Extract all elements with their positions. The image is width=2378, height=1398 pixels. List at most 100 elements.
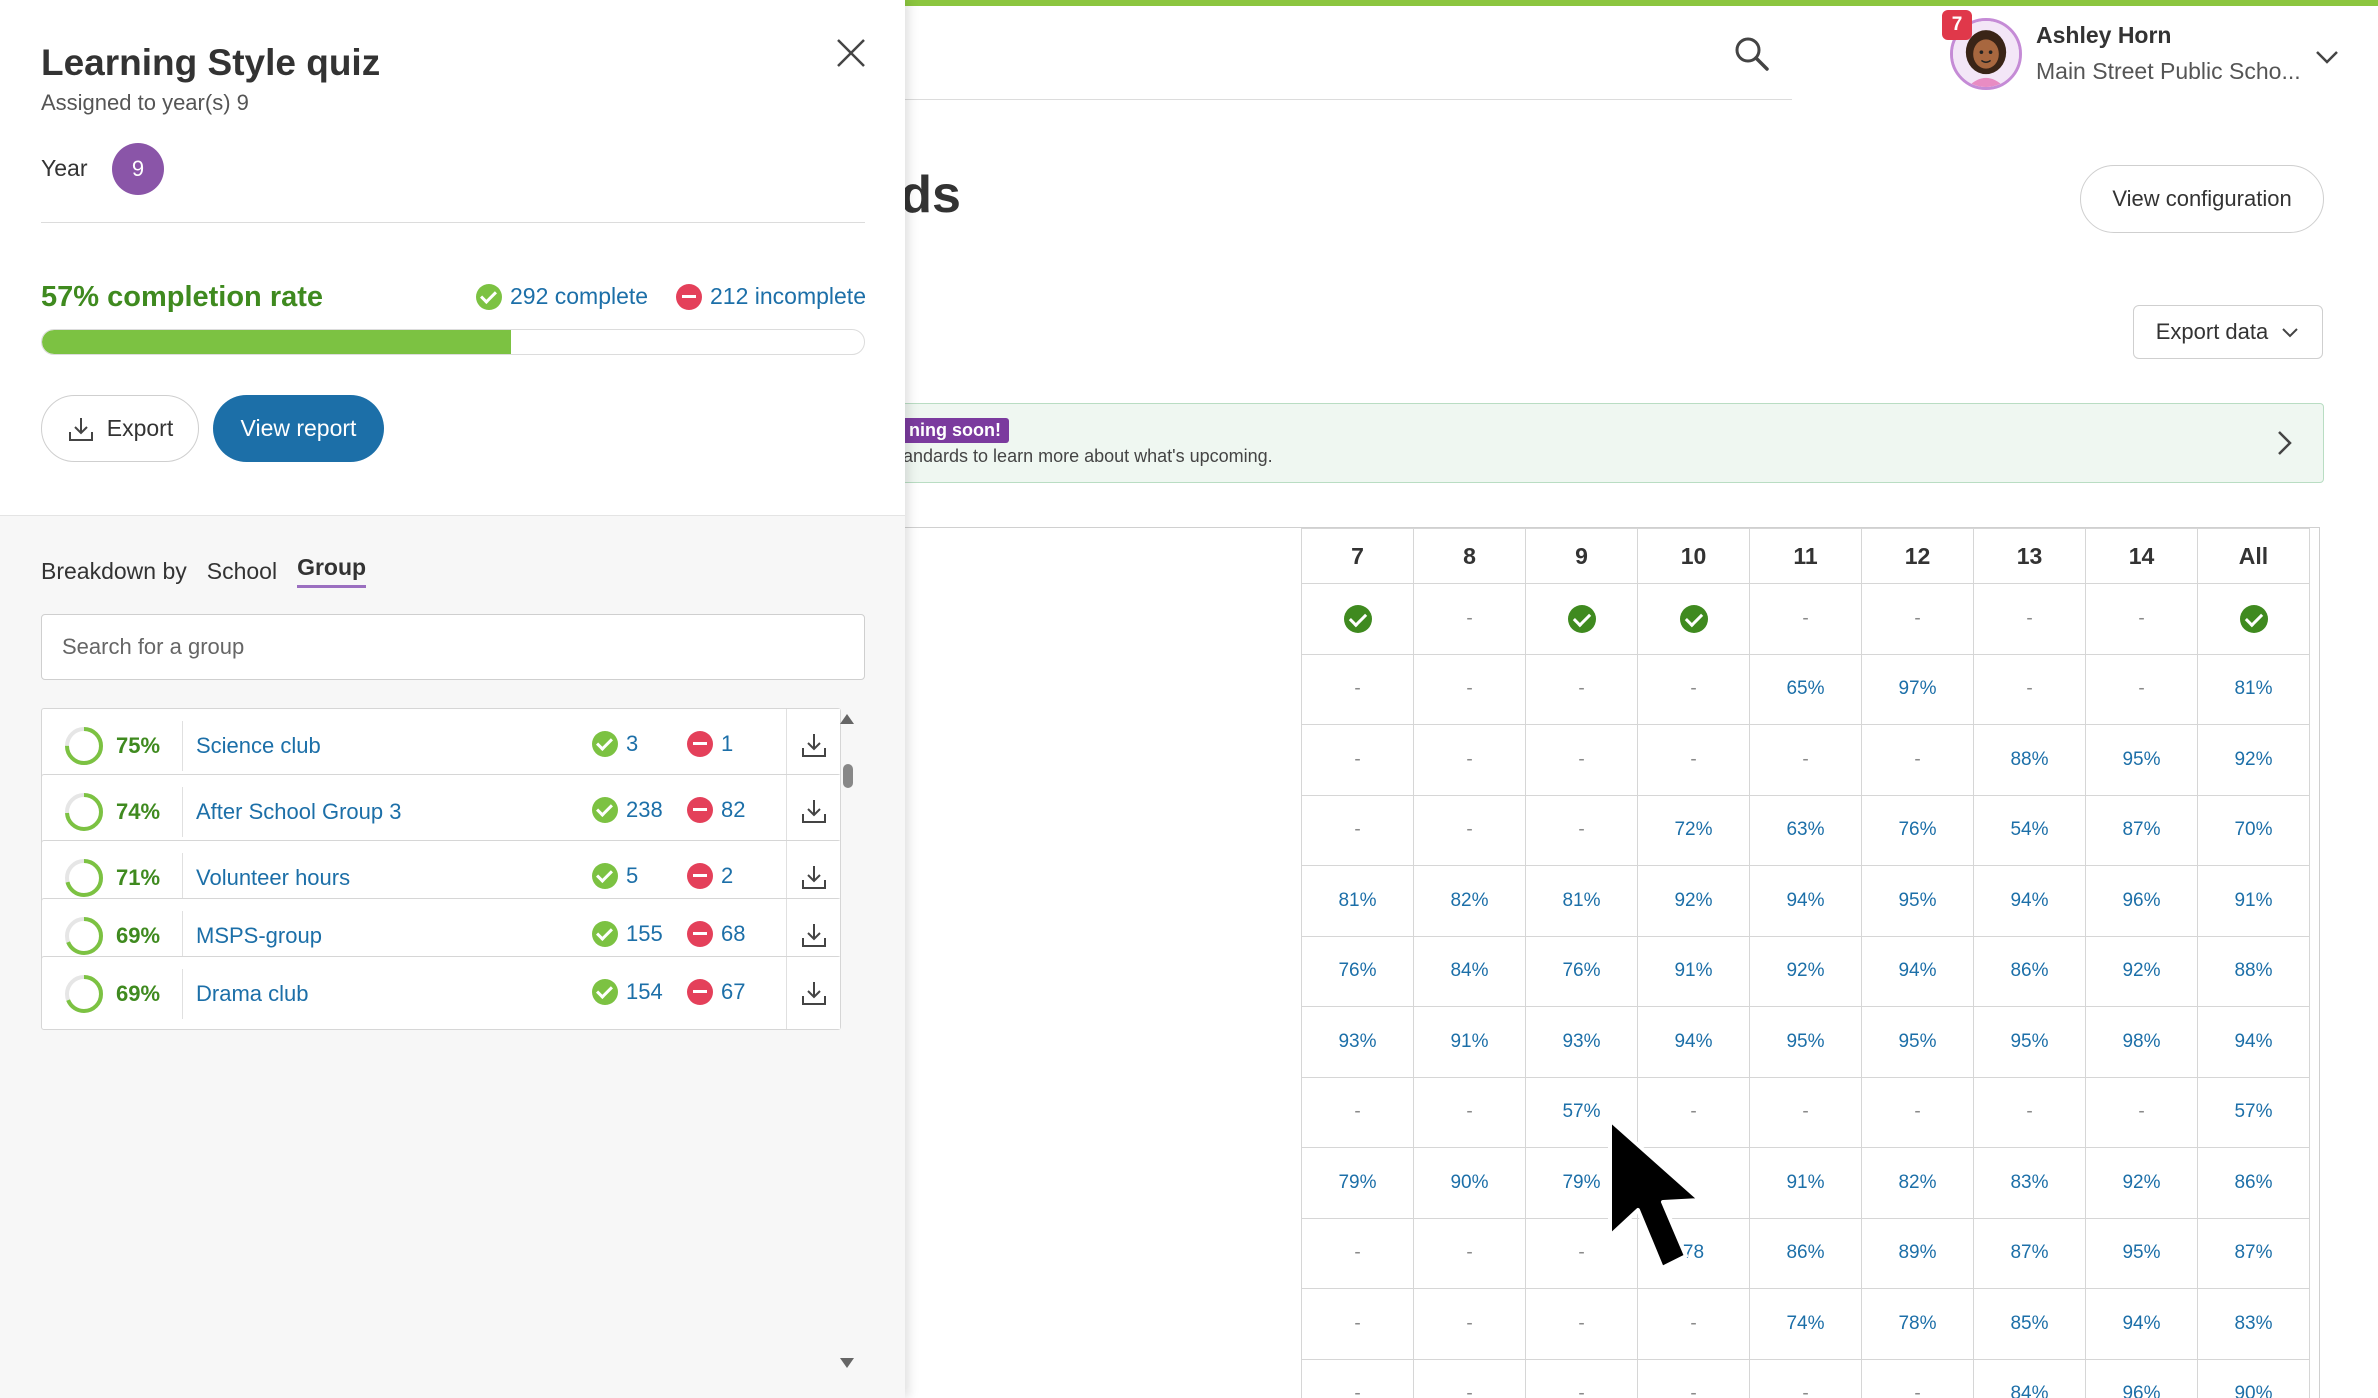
- table-row: 81% 82% 81% 92% 94% 95% 94% 96% 91%: [1301, 865, 2310, 937]
- table-cell[interactable]: 79%: [1301, 1147, 1414, 1219]
- table-cell[interactable]: 86%: [2197, 1147, 2310, 1219]
- table-cell[interactable]: 90%: [2197, 1358, 2310, 1398]
- group-download-button[interactable]: [786, 775, 840, 847]
- table-cell[interactable]: 94%: [1973, 865, 2086, 937]
- table-cell[interactable]: 95%: [1861, 1006, 1974, 1078]
- group-row[interactable]: 69% Drama club 154 67: [41, 956, 841, 1030]
- standards-grid: 7 8 9 10 11 12 13 14 All - - - - - - - - -65% 97% - -81% - - -…: [880, 527, 2320, 1398]
- group-name-link[interactable]: Drama club: [196, 981, 308, 1007]
- table-cell[interactable]: 54%: [1973, 794, 2086, 866]
- export-data-dropdown[interactable]: Export data: [2133, 305, 2323, 359]
- group-download-button[interactable]: [786, 709, 840, 781]
- chevron-right-icon[interactable]: [2269, 428, 2299, 458]
- table-cell[interactable]: 57%: [2197, 1076, 2310, 1148]
- table-cell[interactable]: 81%: [1525, 865, 1638, 937]
- table-cell[interactable]: 94%: [1861, 935, 1974, 1007]
- group-name-link[interactable]: After School Group 3: [196, 799, 401, 825]
- group-name-link[interactable]: Volunteer hours: [196, 865, 350, 891]
- table-cell[interactable]: 91%: [1637, 935, 1750, 1007]
- table-cell[interactable]: 95%: [1861, 865, 1974, 937]
- user-menu[interactable]: 7 Ashley Horn Main Street Public Scho...: [1942, 10, 2350, 94]
- notification-badge[interactable]: 7: [1942, 10, 1972, 40]
- table-cell[interactable]: 89%: [1861, 1217, 1974, 1289]
- view-report-button[interactable]: View report: [213, 395, 384, 462]
- table-cell[interactable]: 81%: [1301, 865, 1414, 937]
- table-cell[interactable]: 91%: [1413, 1006, 1526, 1078]
- table-cell[interactable]: 95%: [1973, 1006, 2086, 1078]
- table-cell[interactable]: 92%: [1749, 935, 1862, 1007]
- table-cell[interactable]: 93%: [1525, 1006, 1638, 1078]
- table-cell[interactable]: 95%: [2085, 1217, 2198, 1289]
- table-cell[interactable]: 92%: [2197, 724, 2310, 796]
- table-cell[interactable]: 63%: [1749, 794, 1862, 866]
- table-cell[interactable]: 95%: [1749, 1006, 1862, 1078]
- tab-group[interactable]: Group: [297, 554, 367, 588]
- table-cell[interactable]: 94%: [1749, 865, 1862, 937]
- search-icon[interactable]: [1732, 34, 1772, 74]
- global-search-bar[interactable]: [905, 20, 1792, 100]
- table-cell[interactable]: 65%: [1749, 653, 1862, 725]
- announcement-banner[interactable]: ning soon! andards to learn more about w…: [880, 403, 2324, 483]
- group-download-button[interactable]: [786, 957, 840, 1029]
- table-cell[interactable]: 88%: [1973, 724, 2086, 796]
- scroll-up-arrow-icon[interactable]: [840, 714, 854, 724]
- group-name-link[interactable]: MSPS-group: [196, 923, 322, 949]
- scroll-down-arrow-icon[interactable]: [840, 1358, 854, 1368]
- group-row[interactable]: 75% Science club 3 1: [41, 708, 841, 782]
- table-cell[interactable]: 86%: [1749, 1217, 1862, 1289]
- table-cell[interactable]: 76%: [1525, 935, 1638, 1007]
- table-cell[interactable]: 85%: [1973, 1288, 2086, 1360]
- table-cell[interactable]: 84%: [1973, 1358, 2086, 1398]
- table-cell[interactable]: 87%: [2197, 1217, 2310, 1289]
- tab-school[interactable]: School: [207, 558, 277, 585]
- progress-ring-icon: [65, 917, 103, 955]
- table-cell[interactable]: 93%: [1301, 1006, 1414, 1078]
- table-cell[interactable]: 83%: [2197, 1288, 2310, 1360]
- view-configuration-button[interactable]: View configuration: [2080, 165, 2324, 233]
- group-row[interactable]: 74% After School Group 3 238 82: [41, 774, 841, 848]
- table-cell[interactable]: 96%: [2085, 1358, 2198, 1398]
- table-cell[interactable]: 98%: [2085, 1006, 2198, 1078]
- table-cell[interactable]: 87%: [1973, 1217, 2086, 1289]
- table-cell[interactable]: 82%: [1861, 1147, 1974, 1219]
- table-cell[interactable]: 72%: [1637, 794, 1750, 866]
- table-cell[interactable]: 90%: [1413, 1147, 1526, 1219]
- table-cell[interactable]: 82%: [1413, 865, 1526, 937]
- incomplete-text: 212 incomplete: [710, 283, 866, 309]
- group-name-link[interactable]: Science club: [196, 733, 321, 759]
- group-percent: 69%: [116, 981, 161, 1006]
- group-complete-count: 155: [626, 921, 663, 946]
- table-cell[interactable]: 84%: [1413, 935, 1526, 1007]
- table-cell[interactable]: 86%: [1973, 935, 2086, 1007]
- table-cell[interactable]: 76%: [1861, 794, 1974, 866]
- table-cell[interactable]: 94%: [1637, 1006, 1750, 1078]
- table-cell[interactable]: 70%: [2197, 794, 2310, 866]
- table-cell[interactable]: 87%: [2085, 794, 2198, 866]
- table-cell: -: [1637, 724, 1750, 796]
- table-cell[interactable]: 76%: [1301, 935, 1414, 1007]
- table-cell[interactable]: 74%: [1749, 1288, 1862, 1360]
- download-icon: [801, 866, 826, 889]
- export-button[interactable]: Export: [41, 395, 199, 462]
- table-cell[interactable]: 95%: [2085, 724, 2198, 796]
- download-icon: [801, 734, 826, 757]
- table-cell[interactable]: 78%: [1861, 1288, 1974, 1360]
- table-cell[interactable]: 91%: [1749, 1147, 1862, 1219]
- table-cell[interactable]: 94%: [2085, 1288, 2198, 1360]
- close-button[interactable]: [832, 34, 870, 72]
- table-cell[interactable]: 92%: [1637, 865, 1750, 937]
- table-cell[interactable]: 88%: [2197, 935, 2310, 1007]
- table-cell[interactable]: 81%: [2197, 653, 2310, 725]
- table-cell[interactable]: 97%: [1861, 653, 1974, 725]
- group-search-input[interactable]: [41, 614, 865, 680]
- group-list-scrollbar[interactable]: [838, 708, 858, 1368]
- table-cell[interactable]: 96%: [2085, 865, 2198, 937]
- table-cell[interactable]: 91%: [2197, 865, 2310, 937]
- table-cell[interactable]: 83%: [1973, 1147, 2086, 1219]
- chevron-down-icon[interactable]: [2312, 42, 2342, 72]
- complete-count: 292 complete: [476, 283, 648, 310]
- table-cell[interactable]: 92%: [2085, 935, 2198, 1007]
- table-cell[interactable]: 92%: [2085, 1147, 2198, 1219]
- scroll-thumb[interactable]: [843, 764, 853, 788]
- table-cell[interactable]: 94%: [2197, 1006, 2310, 1078]
